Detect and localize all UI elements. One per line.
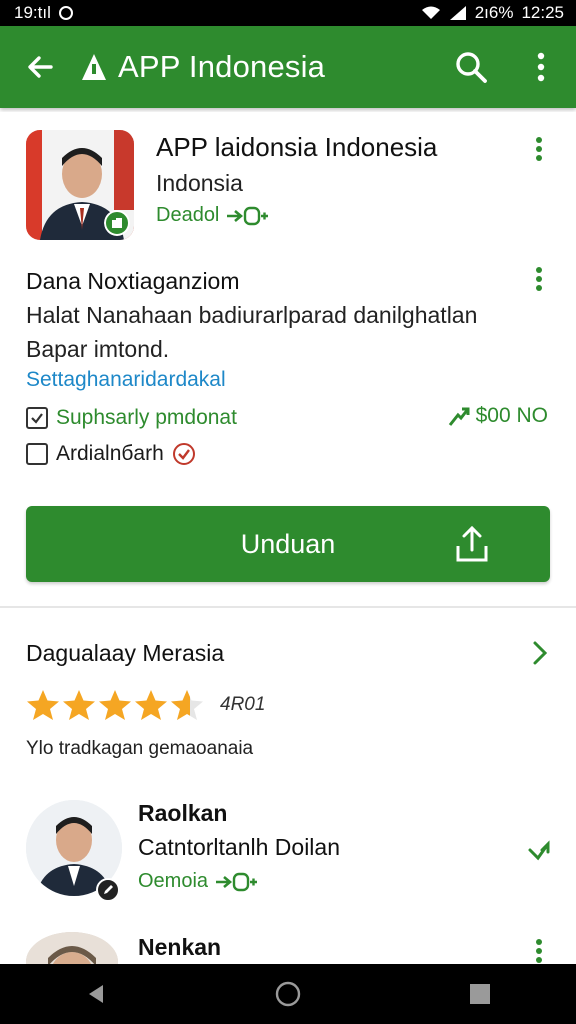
reviewer-tag-row[interactable]: Oemoia [138,870,258,893]
wifi-icon [421,6,440,19]
check-circle-icon [172,443,195,465]
app-avatar[interactable] [26,130,134,240]
nav-back-button[interactable] [66,964,126,1024]
download-button[interactable]: Unduan [26,506,550,582]
battery-text: 2ı6% [474,3,514,22]
nav-home-button[interactable] [258,964,318,1024]
app-description: Halat Nanahaan badiurarlparad danilghatl… [26,302,478,362]
nav-recents-button[interactable] [450,964,510,1024]
back-arrow-icon [28,56,53,78]
clock: 12:25 [521,3,564,22]
reviewer-text: Catntorltanlh Doilan [138,834,341,860]
app-card-menu-button[interactable] [526,134,552,164]
reviewer-name: Raolkan [138,800,228,826]
nav-home-icon [275,981,301,1007]
app-link[interactable]: Settaghanaridardakal [26,368,226,392]
status-bar: 19:tıl 2ı6% 12:25 [0,0,576,26]
trend-up-icon [448,407,470,426]
system-nav-bar [0,964,576,1024]
checkbox-row-2[interactable]: Ardialnбarh [26,442,196,466]
section-menu-button[interactable] [526,264,552,294]
app-bar-title: APP Indonesia [118,49,326,84]
checkbox-checked[interactable] [26,407,48,429]
developer-row[interactable]: Deadol [156,204,269,227]
check-icon [31,413,43,424]
reply-arrow-icon[interactable] [526,836,552,862]
section-title: Dana Noxtiaganziom [26,268,240,294]
developer-name: Deadol [156,204,220,226]
checkbox-label-1: Suphsarly pmdonat [56,406,237,429]
share-icon[interactable] [452,524,492,564]
app-name: APP laidonsia Indonesia [156,132,438,162]
rating-stars: 4R01 [26,688,265,722]
overflow-menu-button[interactable] [506,26,576,108]
reviewer-name: Nenkan [138,934,222,960]
add-friend-icon [227,206,269,225]
app-subtitle: Indonsia [156,170,243,196]
price-tag: $00 NO [448,404,548,428]
section-divider [0,606,576,608]
star-icon [63,690,95,720]
star-icon [135,690,167,720]
back-button[interactable] [0,26,80,108]
star-icon [27,690,59,720]
edit-badge-icon [96,878,120,902]
verified-badge-icon [104,210,130,236]
nav-back-icon [89,985,103,1003]
ratings-card: Dagualaay Merasia 4R01 Ylo tradkagan gem… [0,610,576,992]
nav-recents-icon [470,984,490,1004]
app-logo-icon [82,54,106,80]
download-button-label: Unduan [240,528,336,559]
sync-icon [58,6,73,20]
signal-icon [449,6,466,20]
reviewer-tag: Oemoia [138,870,209,892]
price-value: $00 NO [475,404,548,427]
review-menu-button[interactable] [526,936,552,966]
ratings-note: Ylo tradkagan gemaoanaia [26,738,254,759]
status-left-text: 19:tıl [14,3,51,22]
app-bar: APP Indonesia [0,26,576,108]
search-button[interactable] [436,26,506,108]
checkbox-unchecked[interactable] [26,443,48,465]
checkbox-row-1[interactable]: Suphsarly pmdonat [26,406,237,430]
ratings-title: Dagualaay Merasia [26,640,225,666]
star-icon [99,690,131,720]
status-right: 2ı6% 12:25 [421,3,564,23]
app-card: APP laidonsia Indonesia Indonsia Deadol … [0,112,576,604]
chevron-right-icon[interactable] [530,640,550,666]
star-half-icon [171,690,203,720]
search-icon [456,52,487,83]
add-friend-icon [216,872,258,891]
screen: 19:tıl 2ı6% 12:25 APP Indonesia APP laid… [0,0,576,1024]
checkbox-label-2: Ardialnбarh [56,442,164,465]
more-vert-icon [537,52,545,82]
status-left: 19:tıl [14,3,73,23]
rating-count: 4R01 [220,694,266,715]
